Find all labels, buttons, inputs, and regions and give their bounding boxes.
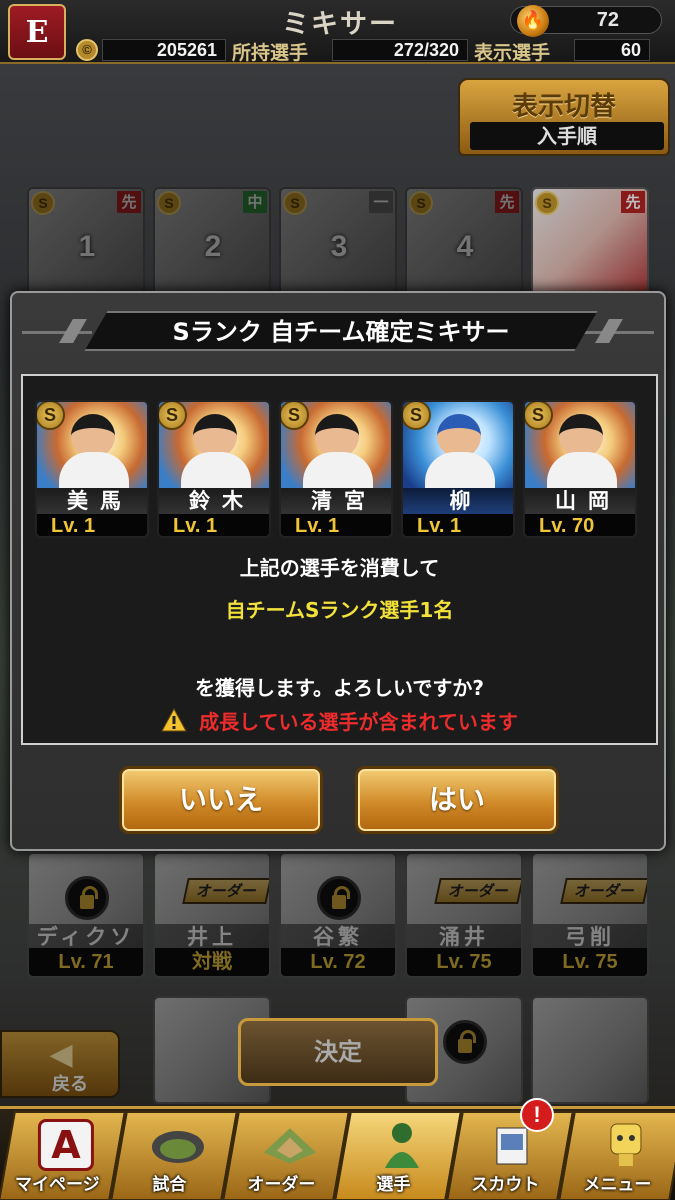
reward-text: 自チームSランク選手1名 bbox=[225, 598, 454, 622]
s-rank-icon: S bbox=[37, 402, 65, 430]
player-card[interactable]: S 柳 Lv. 1 bbox=[401, 400, 515, 538]
no-button[interactable]: いいえ bbox=[119, 766, 323, 834]
s-rank-icon: S bbox=[281, 402, 309, 430]
yes-button[interactable]: はい bbox=[355, 766, 559, 834]
message-line: 上記の選手を消費して bbox=[239, 556, 440, 580]
player-card[interactable]: S 美馬 Lv. 1 bbox=[35, 400, 149, 538]
warning-text: 成長している選手が含まれています bbox=[199, 710, 518, 734]
player-level: Lv. 1 bbox=[37, 514, 147, 536]
mixer-screen: E ミキサー 🔥 72 © 205261 所持選手 272/320 表示選手 6… bbox=[0, 0, 675, 1200]
dialog-body: S 美馬 Lv. 1 S 鈴木 Lv. 1 S 清宮 Lv. 1 S 柳 Lv.… bbox=[21, 374, 658, 745]
player-level: Lv. 1 bbox=[159, 514, 269, 536]
player-level: Lv. 70 bbox=[525, 514, 635, 536]
title-rule-left bbox=[22, 331, 92, 334]
warning-row: 成長している選手が含まれています bbox=[23, 706, 656, 735]
player-level: Lv. 1 bbox=[281, 514, 391, 536]
player-name: 美馬 bbox=[37, 488, 147, 514]
player-card[interactable]: S 山岡 Lv. 70 bbox=[523, 400, 637, 538]
s-rank-icon: S bbox=[403, 402, 431, 430]
player-card[interactable]: S 清宮 Lv. 1 bbox=[279, 400, 393, 538]
mixer-confirm-dialog: Sランク 自チーム確定ミキサー S 美馬 Lv. 1 S 鈴木 Lv. 1 S … bbox=[10, 291, 666, 851]
title-rule-right bbox=[584, 331, 654, 334]
player-name: 柳 bbox=[403, 488, 513, 514]
player-level: Lv. 1 bbox=[403, 514, 513, 536]
dialog-title: Sランク 自チーム確定ミキサー bbox=[172, 318, 510, 346]
warning-icon bbox=[161, 708, 187, 732]
notification-badge: ! bbox=[520, 1098, 554, 1132]
s-rank-icon: S bbox=[525, 402, 553, 430]
player-name: 清宮 bbox=[281, 488, 391, 514]
message-line: を獲得します。よろしいですか? bbox=[194, 676, 484, 700]
player-card[interactable]: S 鈴木 Lv. 1 bbox=[157, 400, 271, 538]
player-name: 山岡 bbox=[525, 488, 635, 514]
player-name: 鈴木 bbox=[159, 488, 269, 514]
s-rank-icon: S bbox=[159, 402, 187, 430]
